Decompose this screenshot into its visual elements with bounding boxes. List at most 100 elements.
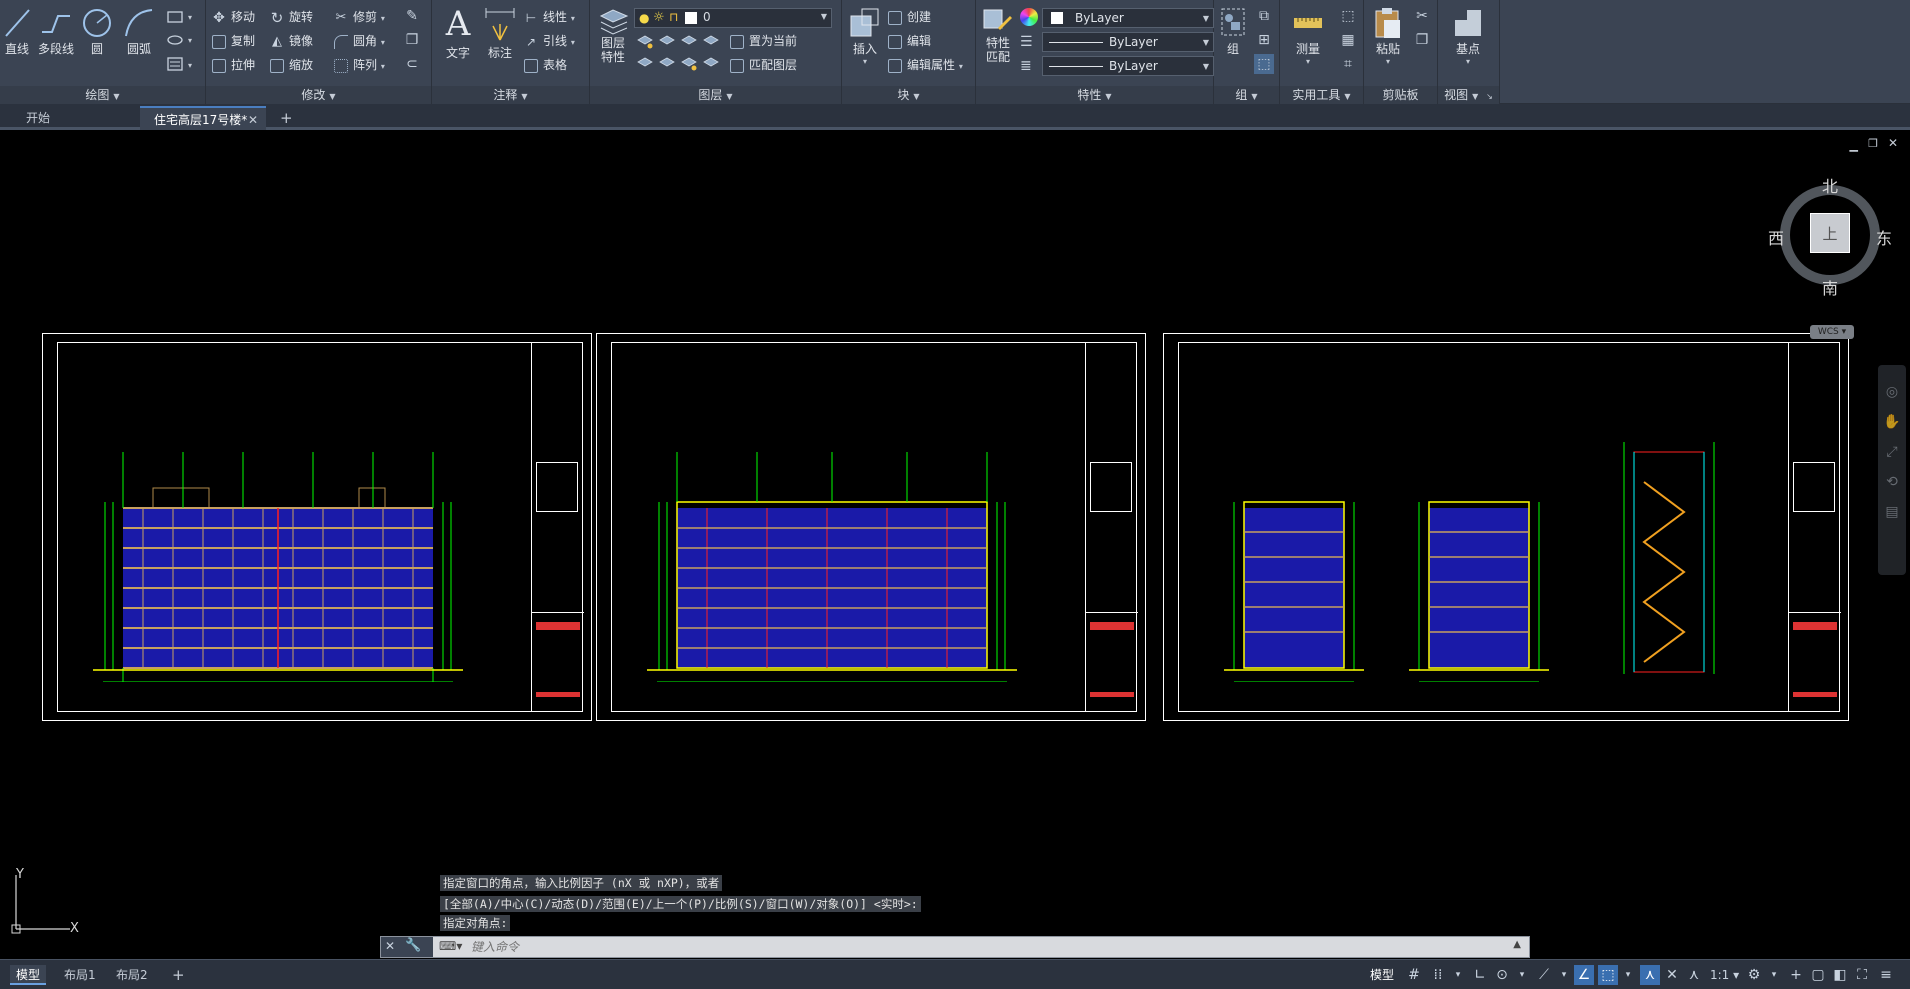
isodraft-icon[interactable]: ⟋: [1534, 965, 1554, 985]
quick-select-icon[interactable]: ⬚: [1338, 6, 1358, 26]
drawing-sheet-side-elevations[interactable]: [1163, 333, 1849, 721]
navigation-bar[interactable]: ◎ ✋ ⤢ ⟲ ▤: [1878, 365, 1906, 575]
polyline-tool[interactable]: 多段线: [36, 6, 76, 57]
color-wheel-icon[interactable]: [1020, 8, 1038, 26]
layer-thaw-icon[interactable]: ☼: [653, 10, 665, 25]
circle-tool[interactable]: 圆: [80, 6, 114, 57]
draw-panel-title[interactable]: 绘图 ▼: [0, 86, 205, 104]
lineweight-dropdown[interactable]: ByLayer ▼: [1042, 56, 1214, 76]
restore-viewport-icon[interactable]: ❐: [1868, 137, 1878, 150]
orbit-icon[interactable]: ⟲: [1878, 467, 1906, 497]
stretch-tool[interactable]: 拉伸: [212, 54, 255, 76]
text-tool[interactable]: A 文字: [440, 4, 476, 61]
draw-small-tools[interactable]: ▾ ▾ ▾: [166, 10, 196, 74]
polar-icon[interactable]: ⊙: [1492, 965, 1512, 985]
annotation-panel-title[interactable]: 注释 ▼: [432, 86, 589, 104]
minimize-viewport-icon[interactable]: ▁: [1850, 139, 1858, 152]
close-tab-icon[interactable]: ✕: [248, 108, 258, 132]
arc-tool[interactable]: 圆弧: [122, 6, 156, 57]
close-command-line-icon[interactable]: ✕: [385, 939, 395, 953]
snap-dropdown-icon[interactable]: ▾: [1448, 965, 1468, 985]
fillet-tool[interactable]: 圆角 ▾: [334, 30, 385, 52]
paste-tool[interactable]: 粘贴 ▾: [1368, 6, 1408, 66]
copy-clip-icon[interactable]: ❐: [1412, 30, 1432, 50]
tab-layout2[interactable]: 布局2: [110, 965, 154, 985]
close-viewport-icon[interactable]: ✕: [1888, 136, 1898, 150]
point-id-icon[interactable]: ⌗: [1338, 54, 1358, 74]
table-tool[interactable]: 表格: [524, 54, 567, 76]
model-space-toggle[interactable]: 模型: [1370, 965, 1394, 985]
isodraft-dropdown-icon[interactable]: ▾: [1554, 965, 1574, 985]
calculator-icon[interactable]: ▦: [1338, 30, 1358, 50]
insert-tool[interactable]: 插入 ▾: [846, 6, 884, 66]
move-tool[interactable]: ✥ 移动: [212, 6, 255, 28]
create-block-tool[interactable]: 创建: [888, 6, 931, 28]
units-icon[interactable]: ▢: [1808, 965, 1828, 985]
match-properties-tool[interactable]: 特性 匹配: [980, 6, 1016, 64]
block-panel-title[interactable]: 块 ▼: [842, 86, 975, 104]
viewcube-north[interactable]: 北: [1822, 173, 1838, 197]
cut-icon[interactable]: ✂: [1412, 6, 1432, 26]
command-prompt-icon[interactable]: ⌨▾: [439, 939, 462, 953]
group-edit-icon[interactable]: ⊞: [1254, 30, 1274, 50]
new-tab-button[interactable]: +: [272, 106, 301, 130]
showmotion-icon[interactable]: ▤: [1878, 497, 1906, 527]
edit-attributes-tool[interactable]: 编辑属性 ▾: [888, 54, 963, 76]
line-tool[interactable]: 直线: [2, 6, 32, 57]
viewcube[interactable]: 上 北 南 东 西: [1768, 173, 1894, 298]
annotation-scale-value[interactable]: 1:1 ▾: [1710, 965, 1739, 985]
viewcube-south[interactable]: 南: [1822, 275, 1838, 299]
tab-layout1[interactable]: 布局1: [58, 965, 102, 985]
linear-dim-tool[interactable]: ⊢ 线性 ▾: [524, 6, 575, 28]
command-history-toggle-icon[interactable]: ▲: [1513, 939, 1521, 950]
customization-icon[interactable]: ≡: [1876, 965, 1896, 985]
lineweight-icon[interactable]: ≣: [1020, 58, 1032, 74]
linetype-dropdown[interactable]: ByLayer ▼: [1042, 32, 1214, 52]
match-layer[interactable]: 匹配图层: [730, 54, 797, 76]
layers-panel-title[interactable]: 图层 ▼: [590, 86, 841, 104]
grid-icon[interactable]: #: [1404, 965, 1424, 985]
color-dropdown[interactable]: ByLayer ▼: [1042, 8, 1214, 28]
leader-tool[interactable]: ↗ 引线 ▾: [524, 30, 575, 52]
workspace-dropdown-icon[interactable]: ▾: [1764, 965, 1784, 985]
groups-panel-title[interactable]: 组 ▼: [1214, 86, 1279, 104]
tab-model[interactable]: 模型: [10, 965, 47, 985]
measure-tool[interactable]: 测量 ▾: [1284, 6, 1332, 66]
layer-dropdown[interactable]: ● ☼ ⊓ 0 ▼: [634, 8, 832, 28]
viewcube-top-face[interactable]: 上: [1810, 213, 1850, 253]
mirror-tool[interactable]: ◭ 镜像: [270, 30, 313, 52]
clean-screen-icon[interactable]: ⛶: [1852, 965, 1872, 985]
viewcube-east[interactable]: 东: [1876, 225, 1892, 249]
wcs-menu[interactable]: WCS ▾: [1810, 325, 1854, 339]
object-snap-dropdown-icon[interactable]: ▾: [1618, 965, 1638, 985]
set-current-layer[interactable]: 置为当前: [730, 30, 797, 52]
scale-tool[interactable]: 缩放: [270, 54, 313, 76]
tab-document[interactable]: 住宅高层17号楼* ✕: [140, 106, 266, 130]
tab-start[interactable]: 开始: [12, 106, 140, 130]
properties-panel-title[interactable]: 特性 ▼: [976, 86, 1213, 104]
view-panel-title[interactable]: 视图 ▼ ↘: [1438, 86, 1499, 104]
dimension-tool[interactable]: 标注: [482, 6, 518, 61]
isolate-objects-icon[interactable]: ◧: [1830, 965, 1850, 985]
command-line[interactable]: ✕ 🔧 ⌨▾ ▲: [380, 936, 1530, 958]
modify-panel-title[interactable]: 修改 ▼: [206, 86, 431, 104]
edit-block-tool[interactable]: 编辑: [888, 30, 931, 52]
add-layout-button[interactable]: +: [166, 965, 191, 985]
annotation-scale-icon[interactable]: ⋏: [1684, 965, 1704, 985]
viewcube-west[interactable]: 西: [1768, 225, 1784, 249]
copy-tool[interactable]: 复制: [212, 30, 255, 52]
pan-icon[interactable]: ✋: [1878, 407, 1906, 437]
rotate-tool[interactable]: ↻ 旋转: [270, 6, 313, 28]
drawing-sheet-rear-elevation[interactable]: [596, 333, 1146, 721]
explode-icon[interactable]: ❐: [402, 30, 422, 50]
array-tool[interactable]: 阵列 ▾: [334, 54, 385, 76]
zoom-extents-icon[interactable]: ⤢: [1878, 437, 1906, 467]
object-snap-tracking-icon[interactable]: ∠: [1574, 965, 1594, 985]
erase-icon[interactable]: ✎: [402, 6, 422, 26]
object-snap-icon[interactable]: ⬚: [1598, 965, 1618, 985]
group-select-icon[interactable]: ⬚: [1254, 54, 1274, 74]
layer-properties-tool[interactable]: 图层 特性: [594, 6, 632, 64]
annotation-visibility-icon[interactable]: ⋏: [1640, 965, 1660, 985]
layer-lock-icon[interactable]: ⊓: [669, 10, 678, 24]
workspace-gear-icon[interactable]: ⚙: [1744, 965, 1764, 985]
